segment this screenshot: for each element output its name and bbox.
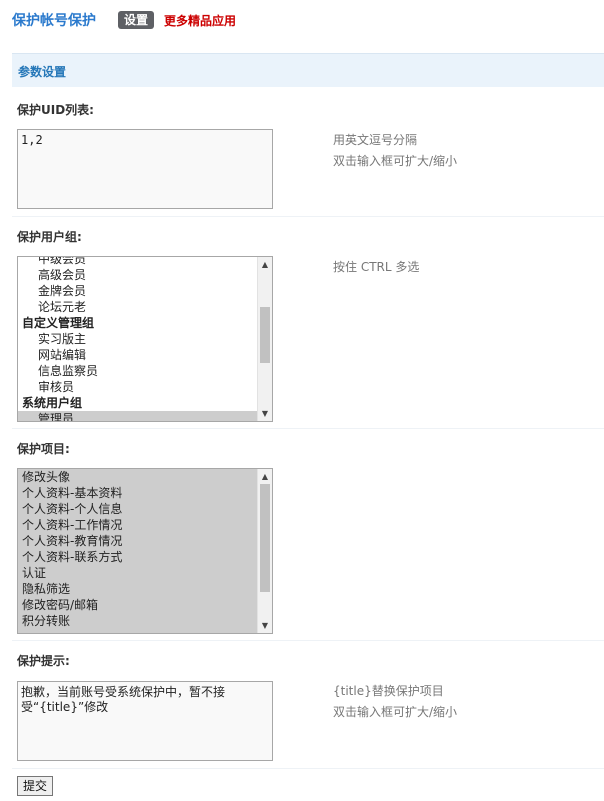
protect-item-option[interactable]: 个人资料-工作情况 <box>18 517 257 533</box>
user-group-option[interactable]: 中级会员 <box>18 257 257 267</box>
user-group-option[interactable]: 金牌会员 <box>18 283 257 299</box>
row-divider <box>12 216 604 217</box>
section-title: 参数设置 <box>18 65 67 79</box>
plugin-title: 保护帐号保护 <box>12 13 96 29</box>
protect-item-option[interactable]: 隐私筛选 <box>18 581 257 597</box>
protect-item-option[interactable]: 修改头像 <box>18 469 257 485</box>
protect-tip-input[interactable] <box>17 681 273 761</box>
user-group-header[interactable]: 系统用户组 <box>18 395 257 411</box>
user-groups-scrollbar[interactable]: ▲ ▼ <box>257 257 272 421</box>
uid-list-label: 保护UID列表: <box>17 103 94 117</box>
tab-settings[interactable]: 设置 <box>118 11 155 29</box>
user-group-option[interactable]: 网站编辑 <box>18 347 257 363</box>
user-group-option[interactable]: 信息监察员 <box>18 363 257 379</box>
scroll-down-icon[interactable]: ▼ <box>258 618 272 633</box>
user-group-option[interactable]: 审核员 <box>18 379 257 395</box>
user-groups-label: 保护用户组: <box>17 230 82 244</box>
user-groups-select[interactable]: 中级会员 高级会员 金牌会员 论坛元老 自定义管理组 实习版主 网站编辑 信息监察员 审核员 系统… <box>17 256 273 422</box>
row-divider <box>12 768 604 769</box>
more-apps-link[interactable]: 更多精品应用 <box>164 12 236 29</box>
protect-item-option[interactable]: 积分转账 <box>18 613 257 629</box>
row-divider <box>12 640 604 641</box>
user-group-option[interactable]: 实习版主 <box>18 331 257 347</box>
protect-items-scrollbar[interactable]: ▲ ▼ <box>257 469 272 633</box>
uid-list-input[interactable] <box>17 129 273 209</box>
uid-list-hint-separator: 用英文逗号分隔 <box>333 133 418 147</box>
scroll-down-icon[interactable]: ▼ <box>258 406 272 421</box>
scroll-up-icon[interactable]: ▲ <box>258 257 272 272</box>
submit-button[interactable]: 提交 <box>17 776 54 796</box>
user-group-header[interactable]: 自定义管理组 <box>18 315 257 331</box>
user-group-option[interactable]: 高级会员 <box>18 267 257 283</box>
uid-list-hint: 用英文逗号分隔 双击输入框可扩大/缩小 <box>333 130 457 172</box>
protect-item-option[interactable]: 个人资料-个人信息 <box>18 501 257 517</box>
protect-item-option[interactable]: 修改密码/邮箱 <box>18 597 257 613</box>
user-groups-hint: 按住 CTRL 多选 <box>333 260 420 274</box>
scroll-up-icon[interactable]: ▲ <box>258 469 272 484</box>
protect-item-option[interactable]: 个人资料-基本资料 <box>18 485 257 501</box>
section-header: 参数设置 <box>12 53 604 87</box>
protect-tip-hint-resize: 双击输入框可扩大/缩小 <box>333 705 458 719</box>
protect-tip-hint: {title}替换保护项目 双击输入框可扩大/缩小 <box>333 681 457 723</box>
plugin-header: 保护帐号保护 设置 更多精品应用 <box>12 10 236 30</box>
protect-item-option[interactable]: 个人资料-教育情况 <box>18 533 257 549</box>
user-groups-options: 中级会员 高级会员 金牌会员 论坛元老 自定义管理组 实习版主 网站编辑 信息监察员 审核员 系统… <box>18 257 257 421</box>
protect-item-option[interactable]: 认证 <box>18 565 257 581</box>
protect-items-select[interactable]: 修改头像 个人资料-基本资料 个人资料-个人信息 个人资料-工作情况 个人资料-教育情况… <box>17 468 273 634</box>
scroll-thumb[interactable] <box>260 484 270 592</box>
user-group-option[interactable]: 管理员 <box>18 411 257 421</box>
protect-item-option[interactable]: 个人资料-联系方式 <box>18 549 257 565</box>
protect-items-options: 修改头像 个人资料-基本资料 个人资料-个人信息 个人资料-工作情况 个人资料-教育情况… <box>18 469 257 633</box>
protect-tip-hint-title: {title}替换保护项目 <box>333 684 444 698</box>
row-divider <box>12 428 604 429</box>
scroll-thumb[interactable] <box>260 307 270 364</box>
protect-items-label: 保护项目: <box>17 442 70 456</box>
uid-list-hint-resize: 双击输入框可扩大/缩小 <box>333 154 458 168</box>
user-group-option[interactable]: 论坛元老 <box>18 299 257 315</box>
protect-tip-label: 保护提示: <box>17 654 70 668</box>
